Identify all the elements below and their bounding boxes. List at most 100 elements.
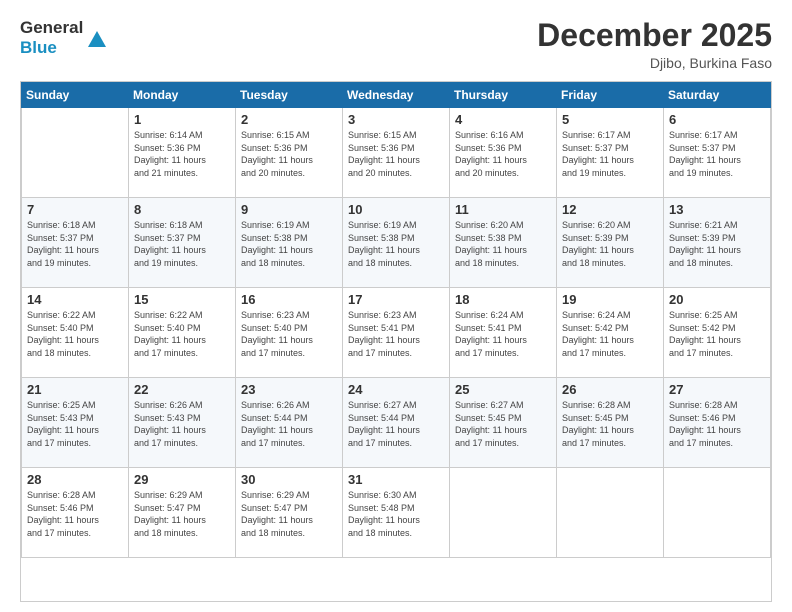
calendar-cell: 28 Sunrise: 6:28 AMSunset: 5:46 PMDayligh… bbox=[22, 468, 129, 558]
day-number: 5 bbox=[562, 112, 658, 127]
day-info: Sunrise: 6:24 AMSunset: 5:41 PMDaylight:… bbox=[455, 309, 551, 359]
location: Djibo, Burkina Faso bbox=[537, 55, 772, 71]
calendar-cell bbox=[22, 108, 129, 198]
calendar-cell: 8Sunrise: 6:18 AMSunset: 5:37 PMDaylight… bbox=[129, 198, 236, 288]
day-number: 15 bbox=[134, 292, 230, 307]
calendar-cell: 25Sunrise: 6:27 AMSunset: 5:45 PMDayligh… bbox=[450, 378, 557, 468]
day-info: Sunrise: 6:23 AMSunset: 5:41 PMDaylight:… bbox=[348, 309, 444, 359]
calendar-cell bbox=[450, 468, 557, 558]
day-info: Sunrise: 6:25 AMSunset: 5:42 PMDaylight:… bbox=[669, 309, 765, 359]
calendar-cell: 7Sunrise: 6:18 AMSunset: 5:37 PMDaylight… bbox=[22, 198, 129, 288]
calendar-cell: 2Sunrise: 6:15 AMSunset: 5:36 PMDaylight… bbox=[236, 108, 343, 198]
calendar-cell: 4Sunrise: 6:16 AMSunset: 5:36 PMDaylight… bbox=[450, 108, 557, 198]
day-number: 26 bbox=[562, 382, 658, 397]
calendar-week-4: 21 Sunrise: 6:25 AMSunset: 5:43 PMDayligh… bbox=[22, 378, 771, 468]
day-info: Sunrise: 6:14 AMSunset: 5:36 PMDaylight:… bbox=[134, 129, 230, 179]
calendar-cell: 22 Sunrise: 6:26 AMSunset: 5:43 PMDayligh… bbox=[129, 378, 236, 468]
col-monday: Monday bbox=[129, 83, 236, 108]
calendar-table: Sunday Monday Tuesday Wednesday Thursday… bbox=[21, 82, 771, 558]
day-info: Sunrise: 6:26 AMSunset: 5:43 PMDaylight:… bbox=[134, 399, 230, 449]
calendar-cell: 15 Sunrise: 6:22 AMSunset: 5:40 PMDayligh… bbox=[129, 288, 236, 378]
day-info: Sunrise: 6:15 AMSunset: 5:36 PMDaylight:… bbox=[348, 129, 444, 179]
day-number: 21 bbox=[27, 382, 123, 397]
day-number: 23 bbox=[241, 382, 337, 397]
title-block: December 2025 Djibo, Burkina Faso bbox=[537, 18, 772, 71]
day-info: Sunrise: 6:27 AMSunset: 5:44 PMDaylight:… bbox=[348, 399, 444, 449]
calendar-cell: 24 Sunrise: 6:27 AMSunset: 5:44 PMDayligh… bbox=[343, 378, 450, 468]
logo-text: General Blue bbox=[20, 18, 83, 57]
day-info: Sunrise: 6:30 AMSunset: 5:48 PMDaylight:… bbox=[348, 489, 444, 539]
day-info: Sunrise: 6:16 AMSunset: 5:36 PMDaylight:… bbox=[455, 129, 551, 179]
day-number: 30 bbox=[241, 472, 337, 487]
day-number: 7 bbox=[27, 202, 123, 217]
calendar-cell: 1Sunrise: 6:14 AMSunset: 5:36 PMDaylight… bbox=[129, 108, 236, 198]
col-saturday: Saturday bbox=[664, 83, 771, 108]
calendar: Sunday Monday Tuesday Wednesday Thursday… bbox=[20, 81, 772, 602]
calendar-cell: 5 Sunrise: 6:17 AMSunset: 5:37 PMDaylight… bbox=[557, 108, 664, 198]
logo-line2: Blue bbox=[20, 38, 83, 58]
day-info: Sunrise: 6:22 AMSunset: 5:40 PMDaylight:… bbox=[27, 309, 123, 359]
day-number: 17 bbox=[348, 292, 444, 307]
day-number: 10 bbox=[348, 202, 444, 217]
calendar-cell: 29 Sunrise: 6:29 AMSunset: 5:47 PMDayligh… bbox=[129, 468, 236, 558]
day-number: 20 bbox=[669, 292, 765, 307]
calendar-cell: 26 Sunrise: 6:28 AMSunset: 5:45 PMDayligh… bbox=[557, 378, 664, 468]
day-number: 29 bbox=[134, 472, 230, 487]
day-info: Sunrise: 6:19 AMSunset: 5:38 PMDaylight:… bbox=[241, 219, 337, 269]
logo: General Blue bbox=[20, 18, 106, 57]
day-info: Sunrise: 6:26 AMSunset: 5:44 PMDaylight:… bbox=[241, 399, 337, 449]
day-info: Sunrise: 6:28 AMSunset: 5:46 PMDaylight:… bbox=[669, 399, 765, 449]
calendar-cell: 9Sunrise: 6:19 AMSunset: 5:38 PMDaylight… bbox=[236, 198, 343, 288]
day-info: Sunrise: 6:29 AMSunset: 5:47 PMDaylight:… bbox=[134, 489, 230, 539]
day-info: Sunrise: 6:17 AMSunset: 5:37 PMDaylight:… bbox=[669, 129, 765, 179]
day-number: 6 bbox=[669, 112, 765, 127]
col-friday: Friday bbox=[557, 83, 664, 108]
calendar-cell: 16Sunrise: 6:23 AMSunset: 5:40 PMDayligh… bbox=[236, 288, 343, 378]
day-info: Sunrise: 6:27 AMSunset: 5:45 PMDaylight:… bbox=[455, 399, 551, 449]
day-info: Sunrise: 6:25 AMSunset: 5:43 PMDaylight:… bbox=[27, 399, 123, 449]
page: General Blue December 2025 Djibo, Burkin… bbox=[0, 0, 792, 612]
day-info: Sunrise: 6:22 AMSunset: 5:40 PMDaylight:… bbox=[134, 309, 230, 359]
day-number: 28 bbox=[27, 472, 123, 487]
calendar-cell bbox=[664, 468, 771, 558]
day-info: Sunrise: 6:28 AMSunset: 5:45 PMDaylight:… bbox=[562, 399, 658, 449]
calendar-body: 1Sunrise: 6:14 AMSunset: 5:36 PMDaylight… bbox=[22, 108, 771, 558]
day-info: Sunrise: 6:15 AMSunset: 5:36 PMDaylight:… bbox=[241, 129, 337, 179]
day-number: 16 bbox=[241, 292, 337, 307]
day-number: 13 bbox=[669, 202, 765, 217]
day-info: Sunrise: 6:17 AMSunset: 5:37 PMDaylight:… bbox=[562, 129, 658, 179]
day-number: 31 bbox=[348, 472, 444, 487]
day-info: Sunrise: 6:28 AMSunset: 5:46 PMDaylight:… bbox=[27, 489, 123, 539]
day-number: 3 bbox=[348, 112, 444, 127]
calendar-header: Sunday Monday Tuesday Wednesday Thursday… bbox=[22, 83, 771, 108]
calendar-cell: 20 Sunrise: 6:25 AMSunset: 5:42 PMDayligh… bbox=[664, 288, 771, 378]
calendar-cell: 17 Sunrise: 6:23 AMSunset: 5:41 PMDayligh… bbox=[343, 288, 450, 378]
calendar-cell bbox=[557, 468, 664, 558]
day-number: 14 bbox=[27, 292, 123, 307]
calendar-cell: 12Sunrise: 6:20 AMSunset: 5:39 PMDayligh… bbox=[557, 198, 664, 288]
day-number: 18 bbox=[455, 292, 551, 307]
col-wednesday: Wednesday bbox=[343, 83, 450, 108]
day-number: 12 bbox=[562, 202, 658, 217]
day-number: 24 bbox=[348, 382, 444, 397]
calendar-cell: 18 Sunrise: 6:24 AMSunset: 5:41 PMDayligh… bbox=[450, 288, 557, 378]
day-info: Sunrise: 6:24 AMSunset: 5:42 PMDaylight:… bbox=[562, 309, 658, 359]
day-number: 19 bbox=[562, 292, 658, 307]
day-number: 11 bbox=[455, 202, 551, 217]
logo-line1: General bbox=[20, 18, 83, 38]
calendar-week-2: 7Sunrise: 6:18 AMSunset: 5:37 PMDaylight… bbox=[22, 198, 771, 288]
calendar-week-3: 14 Sunrise: 6:22 AMSunset: 5:40 PMDayligh… bbox=[22, 288, 771, 378]
day-number: 22 bbox=[134, 382, 230, 397]
calendar-week-1: 1Sunrise: 6:14 AMSunset: 5:36 PMDaylight… bbox=[22, 108, 771, 198]
day-info: Sunrise: 6:20 AMSunset: 5:38 PMDaylight:… bbox=[455, 219, 551, 269]
calendar-cell: 30Sunrise: 6:29 AMSunset: 5:47 PMDayligh… bbox=[236, 468, 343, 558]
calendar-cell: 14 Sunrise: 6:22 AMSunset: 5:40 PMDayligh… bbox=[22, 288, 129, 378]
day-number: 27 bbox=[669, 382, 765, 397]
col-tuesday: Tuesday bbox=[236, 83, 343, 108]
calendar-cell: 13Sunrise: 6:21 AMSunset: 5:39 PMDayligh… bbox=[664, 198, 771, 288]
logo-triangle-icon bbox=[88, 31, 106, 47]
calendar-cell: 10Sunrise: 6:19 AMSunset: 5:38 PMDayligh… bbox=[343, 198, 450, 288]
col-thursday: Thursday bbox=[450, 83, 557, 108]
header-row: Sunday Monday Tuesday Wednesday Thursday… bbox=[22, 83, 771, 108]
calendar-cell: 6 Sunrise: 6:17 AMSunset: 5:37 PMDaylight… bbox=[664, 108, 771, 198]
